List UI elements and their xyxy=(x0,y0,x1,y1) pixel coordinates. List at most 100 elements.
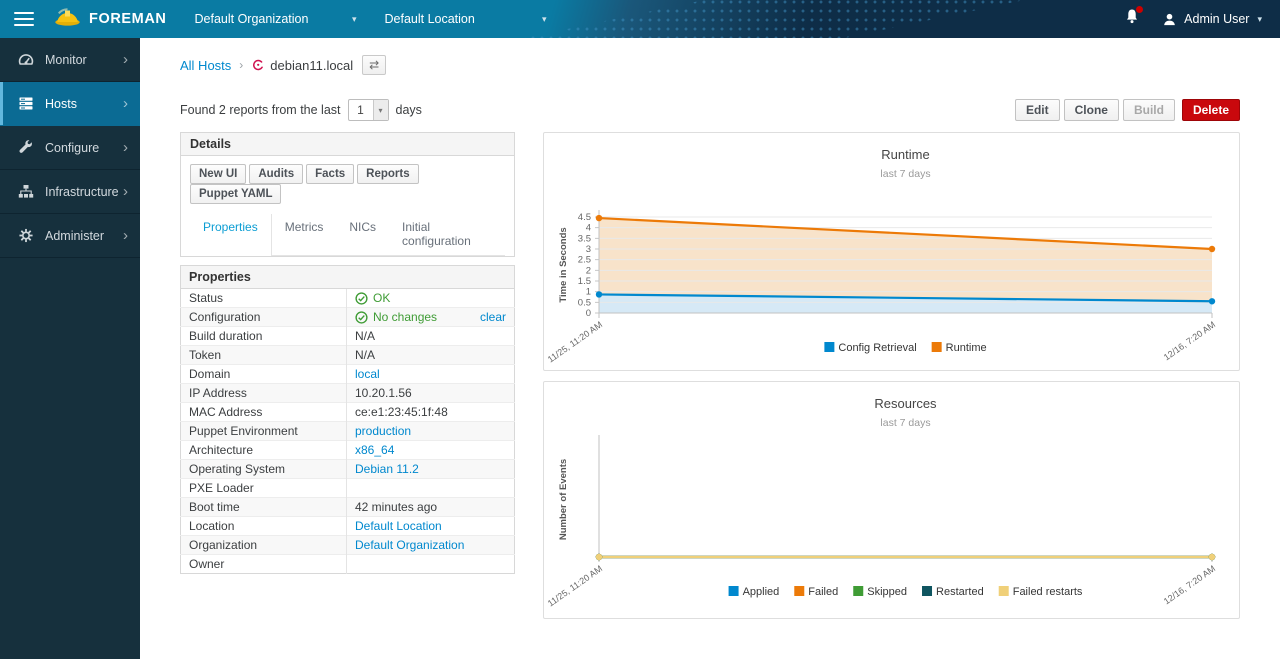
build-button: Build xyxy=(1123,99,1175,121)
user-menu[interactable]: Admin User ▾ xyxy=(1162,12,1262,27)
clone-button[interactable]: Clone xyxy=(1064,99,1119,121)
svg-text:2.5: 2.5 xyxy=(578,255,591,266)
svg-text:3.5: 3.5 xyxy=(578,233,591,244)
property-value: N/A xyxy=(347,346,515,365)
report-summary-suffix: days xyxy=(396,103,422,117)
days-select[interactable]: 1 ▾ xyxy=(348,99,389,121)
sidebar-item-administer[interactable]: Administer › xyxy=(0,214,140,258)
svg-text:Runtime: Runtime xyxy=(881,147,929,162)
property-value[interactable]: Default Location xyxy=(347,517,515,536)
property-value: N/A xyxy=(347,327,515,346)
property-value: ce:e1:23:45:1f:48 xyxy=(347,403,515,422)
delete-button[interactable]: Delete xyxy=(1182,99,1240,121)
ok-circle-icon xyxy=(355,311,368,324)
breadcrumb-host: debian11.local xyxy=(251,58,353,73)
breadcrumb-all-hosts-link[interactable]: All Hosts xyxy=(180,58,231,73)
tab-properties[interactable]: Properties xyxy=(190,214,272,256)
chevron-right-icon: › xyxy=(123,139,128,156)
table-row: IP Address10.20.1.56 xyxy=(181,384,515,403)
details-buttons: New UIAuditsFactsReports Puppet YAML xyxy=(190,164,505,204)
svg-text:Number of Events: Number of Events xyxy=(558,459,569,540)
property-value[interactable]: production xyxy=(347,422,515,441)
property-value xyxy=(347,479,515,498)
svg-text:last 7 days: last 7 days xyxy=(880,168,930,180)
property-value: clearNo changes xyxy=(347,308,515,327)
property-label: Domain xyxy=(181,365,347,384)
sidebar-item-hosts[interactable]: Hosts › xyxy=(0,82,140,126)
user-icon xyxy=(1162,12,1177,27)
details-panel: Details New UIAuditsFactsReportsPuppet Y… xyxy=(180,132,515,257)
chevron-right-icon: › xyxy=(123,183,128,200)
property-label: MAC Address xyxy=(181,403,347,422)
property-value-link[interactable]: x86_64 xyxy=(355,443,394,457)
chevron-down-icon: ▾ xyxy=(1257,14,1262,25)
puppet-yaml-button[interactable]: Puppet YAML xyxy=(190,184,281,204)
property-label: Location xyxy=(181,517,347,536)
svg-text:0: 0 xyxy=(586,308,591,319)
tab-metrics[interactable]: Metrics xyxy=(272,214,337,255)
foreman-logo[interactable]: FOREMAN xyxy=(54,6,167,32)
svg-text:1.5: 1.5 xyxy=(578,276,591,287)
sidebar-item-label: Configure xyxy=(45,141,99,155)
property-value-link[interactable]: Default Organization xyxy=(355,538,464,552)
property-value[interactable]: x86_64 xyxy=(347,441,515,460)
property-value-link[interactable]: Default Location xyxy=(355,519,442,533)
properties-table: Properties StatusOKConfigurationclearNo … xyxy=(180,265,515,574)
sidebar-item-configure[interactable]: Configure › xyxy=(0,126,140,170)
svg-text:2: 2 xyxy=(586,265,591,276)
table-row: MAC Addressce:e1:23:45:1f:48 xyxy=(181,403,515,422)
property-value-link[interactable]: local xyxy=(355,367,380,381)
days-select-value: 1 xyxy=(349,100,373,120)
facts-button[interactable]: Facts xyxy=(306,164,354,184)
sidebar-item-infrastructure[interactable]: Infrastructure › xyxy=(0,170,140,214)
svg-text:4.5: 4.5 xyxy=(578,212,591,223)
resources-chart-panel: Resourceslast 7 days11/25, 11:20 AM12/16… xyxy=(543,381,1240,619)
sitemap-icon xyxy=(18,184,35,200)
property-label: Operating System xyxy=(181,460,347,479)
user-name: Admin User xyxy=(1184,12,1249,26)
svg-text:Skipped: Skipped xyxy=(867,586,907,598)
chevron-right-icon: › xyxy=(123,227,128,244)
gear-icon xyxy=(18,228,35,244)
chevron-down-icon: ▾ xyxy=(373,100,388,120)
svg-text:last 7 days: last 7 days xyxy=(880,417,930,429)
tab-nics[interactable]: NICs xyxy=(336,214,389,255)
svg-text:11/25, 11:20 AM: 11/25, 11:20 AM xyxy=(546,319,604,364)
tab-initial-configuration[interactable]: Initial configuration xyxy=(389,214,505,255)
svg-text:Time in Seconds: Time in Seconds xyxy=(558,227,569,302)
svg-text:0.5: 0.5 xyxy=(578,297,591,308)
hamburger-menu-icon[interactable] xyxy=(14,8,34,30)
table-row: Domain local xyxy=(181,365,515,384)
svg-text:1: 1 xyxy=(586,287,591,298)
organization-dropdown[interactable]: Default Organization ▾ xyxy=(195,12,357,26)
chevron-down-icon: ▾ xyxy=(352,14,357,25)
property-label: Status xyxy=(181,289,347,308)
table-row: Location Default Location xyxy=(181,517,515,536)
location-dropdown[interactable]: Default Location ▾ xyxy=(385,12,547,26)
property-value[interactable]: local xyxy=(347,365,515,384)
audits-button[interactable]: Audits xyxy=(249,164,303,184)
property-label: Build duration xyxy=(181,327,347,346)
top-navbar: FOREMAN Default Organization ▾ Default L… xyxy=(0,0,1280,38)
property-label: Organization xyxy=(181,536,347,555)
chevron-right-icon: › xyxy=(123,95,128,112)
reports-button[interactable]: Reports xyxy=(357,164,418,184)
property-value xyxy=(347,555,515,574)
sidebar-item-label: Infrastructure xyxy=(45,185,119,199)
table-row: Boot time42 minutes ago xyxy=(181,498,515,517)
table-row: Owner xyxy=(181,555,515,574)
property-value: OK xyxy=(347,289,515,308)
clear-link[interactable]: clear xyxy=(480,310,506,324)
property-value-link[interactable]: Debian 11.2 xyxy=(355,462,419,476)
sidebar-item-monitor[interactable]: Monitor › xyxy=(0,38,140,82)
property-value[interactable]: Default Organization xyxy=(347,536,515,555)
property-value[interactable]: Debian 11.2 xyxy=(347,460,515,479)
new-ui-button[interactable]: New UI xyxy=(190,164,246,184)
notifications-button[interactable] xyxy=(1124,8,1140,30)
properties-table-title: Properties xyxy=(181,266,515,289)
sidebar-item-label: Hosts xyxy=(45,97,77,111)
edit-button[interactable]: Edit xyxy=(1015,99,1060,121)
svg-text:Applied: Applied xyxy=(743,586,780,598)
property-value-link[interactable]: production xyxy=(355,424,411,438)
host-switcher-button[interactable]: ⇄ xyxy=(362,55,386,75)
